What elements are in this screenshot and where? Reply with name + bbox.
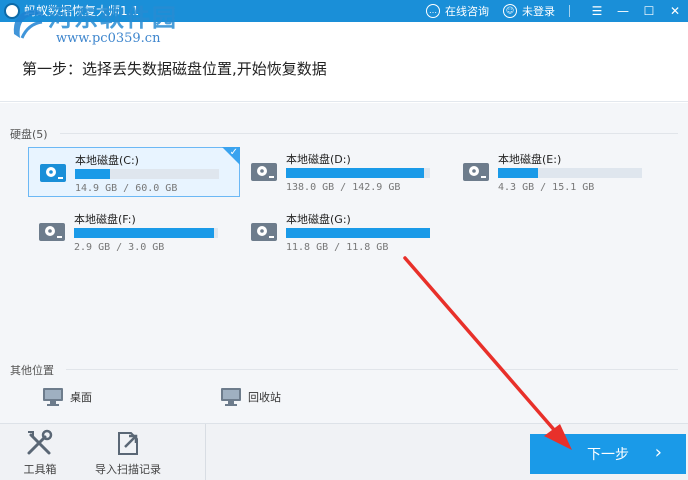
desktop-location[interactable]: 桌面 — [42, 387, 92, 407]
disk-item[interactable]: 本地磁盘(F:) 2.9 GB / 3.0 GB — [28, 207, 240, 257]
disk-usage-fill — [75, 169, 110, 179]
menu-button[interactable]: ☰ — [584, 0, 610, 22]
login-label: 未登录 — [522, 5, 555, 18]
monitor-icon — [43, 388, 63, 406]
disk-item[interactable]: 本地磁盘(G:) 11.8 GB / 11.8 GB — [240, 207, 452, 257]
close-icon: ✕ — [669, 4, 681, 18]
chevron-right-icon: › — [654, 442, 662, 463]
chat-icon: … — [426, 4, 440, 18]
online-consult-label: 在线咨询 — [445, 5, 489, 18]
import-file-icon — [118, 431, 138, 455]
tools-icon — [27, 429, 53, 454]
disk-item[interactable]: 本地磁盘(C:) 14.9 GB / 60.0 GB ✓ — [28, 147, 240, 197]
login-button[interactable]: ☺ 未登录 — [503, 3, 555, 19]
disk-name: 本地磁盘(F:) — [74, 213, 136, 226]
hard-disk-icon — [463, 163, 489, 181]
next-step-label: 下一步 — [587, 447, 629, 463]
disk-size: 14.9 GB / 60.0 GB — [75, 183, 178, 194]
disk-size: 2.9 GB / 3.0 GB — [74, 242, 165, 253]
disk-usage-fill — [286, 228, 430, 238]
watermark: 河东软件园 www.pc0359.cn — [8, 4, 178, 46]
other-section-divider — [66, 369, 678, 370]
close-button[interactable]: ✕ — [662, 0, 688, 22]
disk-usage-bar — [75, 169, 219, 179]
hard-disk-icon — [251, 163, 277, 181]
import-scan-button[interactable]: 导入扫描记录 — [88, 424, 168, 480]
disk-usage-bar — [498, 168, 642, 178]
hard-disk-icon — [251, 223, 277, 241]
checkmark-icon: ✓ — [229, 147, 238, 158]
maximize-icon: ☐ — [643, 4, 655, 18]
toolbox-button[interactable]: 工具箱 — [10, 424, 70, 480]
hard-disk-icon — [40, 164, 66, 182]
disk-item[interactable]: 本地磁盘(E:) 4.3 GB / 15.1 GB — [452, 147, 664, 197]
recycle-bin-icon — [221, 388, 241, 406]
step-title: 第一步：选择丢失数据磁盘位置,开始恢复数据 — [22, 60, 327, 78]
next-step-button[interactable]: 下一步 › — [530, 434, 686, 474]
disks-section-divider — [60, 133, 678, 134]
disk-selection-area: 硬盘(5) 本地磁盘(C:) 14.9 GB / 60.0 GB ✓ 本地磁盘(D:)… — [0, 103, 688, 423]
disk-name: 本地磁盘(D:) — [286, 153, 351, 166]
disk-size: 11.8 GB / 11.8 GB — [286, 242, 389, 253]
titlebar-divider — [569, 5, 570, 17]
toolbar-divider — [205, 424, 206, 480]
disk-usage-bar — [286, 228, 430, 238]
disk-usage-fill — [74, 228, 214, 238]
import-scan-label: 导入扫描记录 — [95, 462, 161, 476]
disk-usage-bar — [74, 228, 218, 238]
minimize-button[interactable]: — — [610, 0, 636, 22]
hard-disk-icon — [39, 223, 65, 241]
disk-name: 本地磁盘(E:) — [498, 153, 562, 166]
desktop-label: 桌面 — [70, 391, 92, 404]
hamburger-icon: ☰ — [591, 4, 603, 18]
disk-usage-bar — [286, 168, 430, 178]
disk-usage-fill — [286, 168, 425, 178]
disk-usage-fill — [498, 168, 539, 178]
disk-size: 4.3 GB / 15.1 GB — [498, 182, 595, 193]
watermark-logo-icon — [13, 9, 45, 39]
disk-size: 138.0 GB / 142.9 GB — [286, 182, 401, 193]
minimize-icon: — — [617, 4, 629, 18]
online-consult-button[interactable]: … 在线咨询 — [426, 3, 489, 19]
disk-item[interactable]: 本地磁盘(D:) 138.0 GB / 142.9 GB — [240, 147, 452, 197]
maximize-button[interactable]: ☐ — [636, 0, 662, 22]
other-section-label: 其他位置 — [10, 364, 54, 377]
recycle-bin-label: 回收站 — [248, 391, 281, 404]
disk-name: 本地磁盘(G:) — [286, 213, 351, 226]
disk-name: 本地磁盘(C:) — [75, 154, 139, 167]
toolbox-label: 工具箱 — [23, 462, 57, 476]
user-icon: ☺ — [503, 4, 517, 18]
disks-section-label: 硬盘(5) — [10, 128, 48, 141]
recycle-bin-location[interactable]: 回收站 — [220, 387, 281, 407]
